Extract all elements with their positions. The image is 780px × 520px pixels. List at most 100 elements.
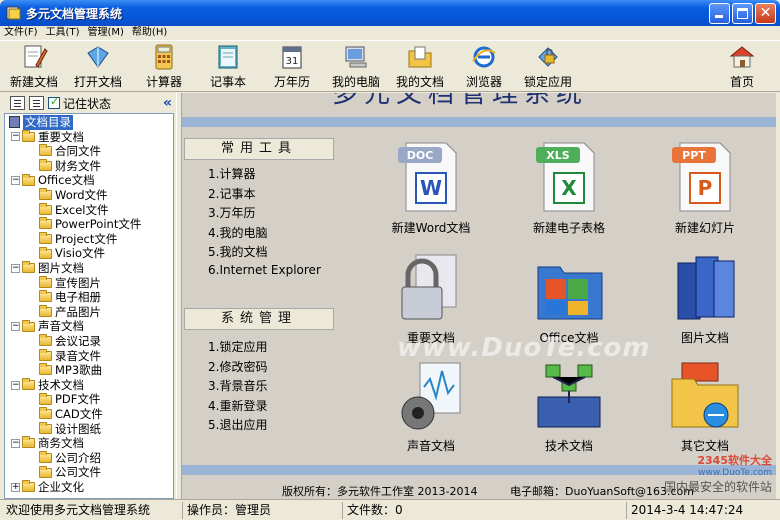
- tree-subfolder[interactable]: Visio文件: [39, 246, 105, 261]
- common-tool-link[interactable]: 1.计算器: [208, 165, 255, 182]
- system-mgmt-heading: 系统管理: [184, 308, 334, 330]
- maximize-icon: [737, 7, 748, 19]
- collapse-icon[interactable]: −: [11, 176, 20, 186]
- launch-tile[interactable]: 图片文档: [650, 249, 760, 353]
- tree-subfolder[interactable]: CAD文件: [39, 407, 103, 422]
- tree-subfolder[interactable]: Word文件: [39, 188, 108, 203]
- my-computer-button[interactable]: 我的电脑: [324, 43, 388, 91]
- folder-icon: [39, 421, 52, 434]
- tree-subfolder[interactable]: 公司文件: [39, 465, 101, 480]
- my-computer-icon: [345, 46, 367, 68]
- system-mgmt-link[interactable]: 3.背景音乐: [208, 377, 267, 394]
- browser-button[interactable]: 浏览器: [452, 43, 516, 91]
- common-tool-link[interactable]: 5.我的文档: [208, 243, 267, 260]
- tree-label: PowerPoint文件: [55, 217, 142, 232]
- collapse-icon[interactable]: −: [11, 263, 20, 273]
- menu-tools[interactable]: 工具(T): [46, 26, 80, 40]
- tree-folder[interactable]: − 图片文档: [11, 261, 84, 276]
- tree-label: 合同文件: [55, 144, 101, 159]
- folder-icon: [39, 217, 52, 230]
- tree-subfolder[interactable]: 录音文件: [39, 349, 101, 364]
- my-documents-button[interactable]: 我的文档: [388, 43, 452, 91]
- tree-folder[interactable]: + 企业文化: [11, 480, 84, 495]
- folder-icon: [39, 451, 52, 464]
- tree-subfolder[interactable]: PDF文件: [39, 392, 100, 407]
- maximize-button[interactable]: [732, 2, 753, 24]
- tree-subfolder[interactable]: 宣传图片: [39, 276, 101, 291]
- tree-subfolder[interactable]: Project文件: [39, 232, 117, 247]
- launch-tile[interactable]: 声音文档: [376, 357, 486, 461]
- calendar-button[interactable]: 31 万年历: [260, 43, 324, 91]
- folder-icon: [39, 305, 52, 318]
- tree-subfolder[interactable]: 财务文件: [39, 159, 101, 174]
- launch-tile[interactable]: 技术文档: [514, 357, 624, 461]
- tree-subfolder[interactable]: 合同文件: [39, 144, 101, 159]
- calculator-button[interactable]: 计算器: [132, 43, 196, 91]
- expand-icon[interactable]: +: [11, 482, 20, 492]
- close-button[interactable]: ✕: [755, 2, 776, 24]
- new-document-icon: [24, 45, 48, 68]
- open-document-button[interactable]: 打开文档: [66, 43, 130, 91]
- tree-subfolder[interactable]: Excel文件: [39, 203, 108, 218]
- document-tree[interactable]: 文档目录 − 重要文档 合同文件 财务文件 − Office文档 Word文件 Excel文件 P…: [4, 113, 174, 499]
- system-mgmt-link[interactable]: 2.修改密码: [208, 358, 267, 375]
- my-documents-icon: [408, 46, 432, 68]
- list-view-icon[interactable]: [10, 96, 25, 110]
- folder-icon: [22, 261, 35, 274]
- system-mgmt-link[interactable]: 5.退出应用: [208, 416, 267, 433]
- home-button[interactable]: 首页: [710, 43, 774, 91]
- lock-app-button[interactable]: 锁定应用: [516, 43, 580, 91]
- tree-folder[interactable]: − 声音文档: [11, 319, 84, 334]
- collapse-icon[interactable]: −: [11, 438, 20, 448]
- launch-tile[interactable]: PPT P 新建幻灯片: [650, 139, 760, 243]
- svg-text:PPT: PPT: [682, 149, 706, 162]
- browser-icon: [472, 46, 496, 68]
- tree-folder[interactable]: − 重要文档: [11, 130, 84, 145]
- tree-label: CAD文件: [55, 407, 103, 421]
- tree-folder[interactable]: − 商务文档: [11, 436, 84, 451]
- collapse-icon[interactable]: −: [11, 380, 20, 390]
- system-mgmt-link[interactable]: 4.重新登录: [208, 397, 267, 414]
- home-icon: [729, 46, 755, 68]
- menu-file[interactable]: 文件(F): [4, 26, 38, 40]
- collapse-icon[interactable]: −: [11, 132, 20, 142]
- tree-subfolder[interactable]: 设计图纸: [39, 422, 101, 437]
- minimize-button[interactable]: [709, 2, 730, 24]
- tree-subfolder[interactable]: PowerPoint文件: [39, 217, 141, 232]
- status-bar: 欢迎使用多元文档管理系统 操作员：管理员 文件数：0 2014-3-4 14:4…: [0, 499, 780, 520]
- common-tool-link[interactable]: 2.记事本: [208, 185, 255, 202]
- tree-label: 录音文件: [55, 348, 101, 363]
- tree-subfolder[interactable]: 会议记录: [39, 334, 101, 349]
- folder-icon: [39, 290, 52, 303]
- launch-tile[interactable]: DOC W 新建Word文档: [376, 139, 486, 243]
- notepad-button[interactable]: 记事本: [196, 43, 260, 91]
- remember-state-checkbox[interactable]: [48, 95, 60, 109]
- tree-label: 商务文档: [38, 436, 84, 451]
- tree-root[interactable]: 文档目录: [9, 115, 73, 130]
- svg-text:DOC: DOC: [407, 149, 434, 162]
- menu-help[interactable]: 帮助(H): [132, 26, 167, 40]
- launch-tile[interactable]: XLS X 新建电子表格: [514, 139, 624, 243]
- tree-view-icon[interactable]: [29, 96, 44, 110]
- tree-subfolder[interactable]: 公司介绍: [39, 451, 101, 466]
- launch-tile[interactable]: 其它文档: [650, 357, 760, 461]
- folder-icon: [39, 246, 52, 259]
- tree-folder[interactable]: − Office文档: [11, 173, 95, 188]
- collapse-sidebar-button[interactable]: «: [163, 95, 172, 111]
- common-tool-link[interactable]: 4.我的电脑: [208, 224, 267, 241]
- common-tools-heading: 常用工具: [184, 138, 334, 160]
- common-tool-link[interactable]: 6.Internet Explorer: [208, 263, 321, 277]
- tree-label: 财务文件: [55, 158, 101, 173]
- common-tool-link[interactable]: 3.万年历: [208, 204, 255, 221]
- collapse-icon[interactable]: −: [11, 322, 20, 332]
- tile-label: 图片文档: [680, 331, 729, 345]
- tree-subfolder[interactable]: 电子相册: [39, 290, 101, 305]
- system-mgmt-link[interactable]: 1.锁定应用: [208, 338, 267, 355]
- new-document-button[interactable]: 新建文档: [2, 43, 66, 91]
- tree-subfolder[interactable]: 产品图片: [39, 305, 101, 320]
- tree-subfolder[interactable]: MP3歌曲: [39, 363, 102, 378]
- locked-document-icon: [401, 254, 457, 320]
- menu-manage[interactable]: 管理(M): [87, 26, 123, 40]
- main-panel: 多元文档管理系统 常用工具 1.计算器 2.记事本 3.万年历 4.我的电脑 5.我的文…: [182, 93, 776, 499]
- tree-folder[interactable]: − 技术文档: [11, 378, 84, 393]
